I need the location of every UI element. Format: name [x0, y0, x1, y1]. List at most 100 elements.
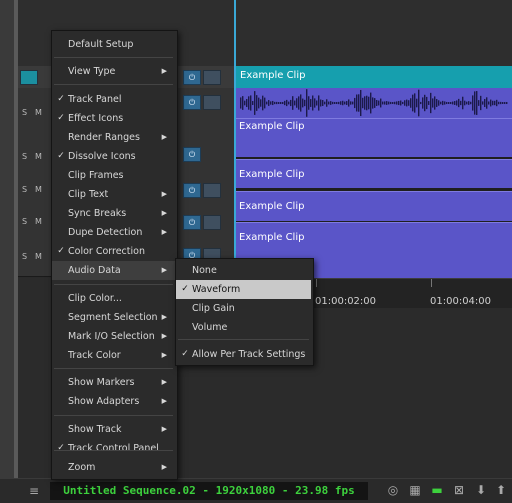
submenu-item[interactable]: Clip Gain [176, 299, 311, 318]
solo-button[interactable]: S [22, 185, 27, 194]
menu-item[interactable]: Show Adapters ▶ [52, 392, 175, 411]
audio-clip[interactable]: Example Clip [236, 159, 512, 188]
waveform-bar [460, 100, 462, 106]
waveform-bar [506, 101, 508, 105]
waveform-bar [436, 99, 438, 107]
status-bar: ≡ Untitled Sequence.02 - 1920x1080 - 23.… [0, 478, 512, 503]
menu-item-label: Show Track [68, 424, 122, 435]
waveform-bar [408, 100, 410, 106]
power-icon[interactable]: ⏻ [183, 95, 201, 110]
menu-item[interactable]: Render Ranges ▶ [52, 128, 175, 147]
waveform-bar [274, 101, 276, 105]
menu-item[interactable]: Show Track ▶ [52, 420, 175, 439]
menu-item[interactable]: Clip Text ▶ [52, 185, 175, 204]
submenu-item[interactable]: Volume [176, 318, 311, 337]
menu-item[interactable]: ✓ Effect Icons [52, 109, 175, 128]
settings-icon[interactable]: ◎ [386, 483, 400, 497]
menu-item-label: Track Control Panel [68, 443, 159, 454]
submenu-arrow-icon: ▶ [161, 133, 167, 141]
arrow-down-icon[interactable]: ⬇ [474, 483, 488, 497]
audio-clip[interactable]: Example Clip [236, 191, 512, 221]
power-icon[interactable]: ⏻ [183, 70, 201, 85]
menu-separator [54, 450, 173, 451]
menu-item[interactable]: View Type ▶ [52, 62, 175, 81]
waveform-bar [392, 101, 394, 105]
waveform-bar [482, 101, 484, 105]
menu-item[interactable]: ✓ Color Correction [52, 242, 175, 261]
mute-button[interactable]: M [35, 217, 42, 226]
waveform-bar [276, 101, 278, 105]
clip-label: Example Clip [239, 121, 305, 132]
monitor-icon[interactable] [203, 70, 221, 85]
menu-item[interactable]: ✓ Track Control Panel [52, 439, 175, 458]
arrow-up-icon[interactable]: ⬆ [494, 483, 508, 497]
mute-button[interactable]: M [35, 108, 42, 117]
waveform-bar [418, 89, 420, 117]
menu-item[interactable]: ✓ Dissolve Icons [52, 147, 175, 166]
waveform-bar [360, 89, 362, 117]
solo-button[interactable]: S [22, 217, 27, 226]
waveform-bar [370, 92, 372, 114]
submenu-item[interactable]: ✓ Allow Per Track Settings [176, 345, 311, 364]
mute-button[interactable]: M [35, 185, 42, 194]
waveform-bar [366, 95, 368, 111]
waveform-bar [270, 101, 272, 105]
hamburger-icon[interactable]: ≡ [27, 484, 41, 498]
menu-item[interactable]: Sync Breaks ▶ [52, 204, 175, 223]
toggle-icon[interactable]: ▬ [430, 483, 444, 497]
menu-item[interactable]: Show Markers ▶ [52, 373, 175, 392]
fullscreen-icon[interactable]: ⊠ [452, 483, 466, 497]
menu-item[interactable]: Mark I/O Selection ▶ [52, 327, 175, 346]
mute-button[interactable]: M [35, 252, 42, 261]
power-icon[interactable]: ⏻ [183, 147, 201, 162]
playhead[interactable] [234, 0, 236, 290]
waveform-bar [398, 100, 400, 106]
clip-label: Example Clip [239, 169, 305, 180]
submenu-item[interactable]: ✓ Waveform [176, 280, 311, 299]
monitor-icon[interactable] [203, 95, 221, 110]
submenu-arrow-icon: ▶ [161, 266, 167, 274]
menu-item[interactable]: Audio Data ▶ [52, 261, 175, 280]
monitor-icon[interactable] [203, 215, 221, 230]
waveform-bar [502, 101, 504, 105]
waveform-bar [452, 101, 454, 105]
waveform-bar [394, 101, 396, 105]
waveform-bar [322, 100, 324, 106]
waveform-bar [288, 101, 290, 105]
waveform-bar [464, 100, 466, 106]
waveform-bar [412, 94, 414, 112]
power-icon[interactable]: ⏻ [183, 183, 201, 198]
waveform-bar [504, 101, 506, 105]
menu-item[interactable]: Segment Selection ▶ [52, 308, 175, 327]
menu-item[interactable]: Default Setup [52, 35, 175, 54]
menu-item[interactable]: Clip Color... [52, 289, 175, 308]
power-icon[interactable]: ⏻ [183, 215, 201, 230]
menu-item[interactable]: ✓ Track Panel [52, 90, 175, 109]
waveform-bar [340, 101, 342, 105]
monitor-icon[interactable] [203, 183, 221, 198]
waveform-bar [280, 101, 282, 105]
menu-item[interactable]: Track Color ▶ [52, 346, 175, 365]
waveform-bar [250, 95, 252, 111]
menu-item[interactable]: Clip Frames [52, 166, 175, 185]
solo-button[interactable]: S [22, 108, 27, 117]
solo-button[interactable]: S [22, 252, 27, 261]
waveform-bar [420, 101, 422, 105]
audio-clip[interactable]: Example Clip [236, 118, 512, 157]
submenu-item-label: Allow Per Track Settings [192, 349, 306, 360]
waveform-bar [272, 100, 274, 106]
waveform-bar [330, 101, 332, 105]
menu-item[interactable]: Zoom ▶ [52, 458, 175, 477]
waveform-bar [312, 95, 314, 111]
submenu-item-label: Waveform [192, 284, 241, 295]
mute-button[interactable]: M [35, 152, 42, 161]
submenu-item[interactable]: None [176, 261, 311, 280]
video-clip[interactable]: Example Clip [236, 66, 512, 88]
checkmark-icon: ✓ [57, 113, 65, 123]
monitor-icon[interactable] [20, 70, 38, 85]
menu-item[interactable]: Dupe Detection ▶ [52, 223, 175, 242]
solo-button[interactable]: S [22, 152, 27, 161]
layout-icon[interactable]: ▦ [408, 483, 422, 497]
submenu-item-label: Volume [192, 322, 228, 333]
submenu-arrow-icon: ▶ [161, 228, 167, 236]
